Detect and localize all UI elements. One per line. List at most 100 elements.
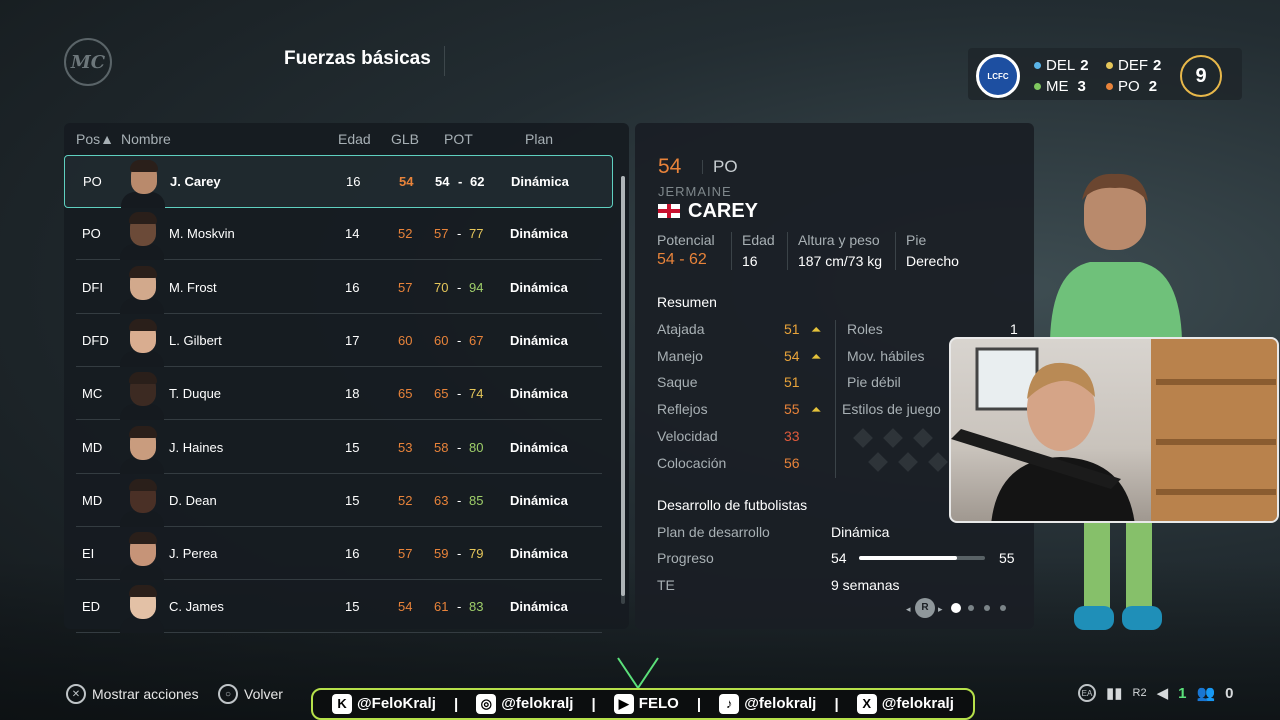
tiktok-handle: ♪ @felokralj — [719, 694, 816, 714]
table-row[interactable]: MD D. Dean 15 52 63-85 Dinámica — [76, 475, 602, 527]
foot-value: Derecho — [906, 253, 959, 269]
scrollbar[interactable] — [621, 176, 625, 604]
page-dot-active[interactable] — [951, 603, 961, 613]
player-first-name: JERMAINE — [658, 184, 732, 199]
cell-age: 14 — [345, 226, 360, 242]
te-value: 9 semanas — [831, 577, 900, 593]
table-row[interactable]: EI J. Perea 16 57 59-79 Dinámica — [76, 528, 602, 581]
cell-pos: ED — [82, 599, 101, 615]
youtube-handle: ▶ FELO — [613, 694, 679, 714]
party-count: 0 — [1225, 684, 1234, 702]
cell-pot-max: 94 — [469, 279, 484, 295]
back[interactable]: ○ Volver — [218, 684, 283, 704]
instagram-icon: ◎ — [476, 694, 497, 714]
cell-name: M. Moskvin — [169, 226, 235, 242]
roles-value: 1 — [1010, 321, 1018, 337]
cell-pos: MC — [82, 386, 103, 402]
ea-icon: EA — [1078, 684, 1096, 702]
cross-button-icon: ✕ — [66, 684, 86, 704]
progress-bar — [859, 556, 985, 560]
attr-value: 51 — [784, 321, 800, 337]
cell-glb: 53 — [398, 439, 413, 455]
divider — [731, 232, 732, 270]
table-row[interactable]: DFI M. Frost 16 57 70-94 Dinámica — [76, 262, 602, 314]
cell-name: L. Gilbert — [169, 332, 222, 348]
page-dot[interactable] — [984, 605, 990, 611]
potential-label: Potencial — [657, 232, 715, 248]
cell-pot-sep: - — [457, 546, 462, 562]
cell-plan: Dinámica — [510, 332, 568, 348]
cell-plan: Dinámica — [510, 599, 568, 615]
divider — [787, 232, 788, 270]
header-pos[interactable]: Pos▲ — [76, 131, 114, 147]
cell-pot-max: 74 — [469, 386, 484, 402]
r-button[interactable]: R — [915, 598, 935, 618]
summary-heading: Resumen — [657, 294, 717, 310]
attr-label: Manejo — [657, 347, 703, 364]
cell-pot-min: 65 — [434, 386, 449, 402]
divider — [444, 46, 445, 76]
header-pot[interactable]: POT — [444, 131, 473, 147]
tiktok-icon: ♪ — [719, 694, 740, 714]
attr-value: 51 — [784, 374, 800, 391]
status-icons: EA ▮▮ R2 ◀ 1 👥 0 — [1078, 684, 1234, 702]
player-portrait — [121, 158, 165, 208]
cell-age: 16 — [346, 174, 361, 189]
cell-plan: Dinámica — [510, 439, 568, 455]
cell-glb: 52 — [398, 226, 413, 242]
cell-glb: 54 — [399, 174, 414, 189]
cell-age: 16 — [345, 546, 360, 562]
cell-pot-max: 79 — [469, 546, 484, 562]
table-row[interactable]: DFD L. Gilbert 17 60 60-67 Dinámica — [76, 315, 602, 367]
cell-name: J. Perea — [169, 546, 218, 562]
player-portrait — [120, 317, 164, 367]
page-dot[interactable] — [968, 605, 974, 611]
age-label: Edad — [742, 232, 775, 248]
cell-age: 15 — [345, 439, 360, 455]
header-name[interactable]: Nombre — [121, 131, 171, 147]
player-portrait — [120, 583, 164, 634]
cell-pot-min: 57 — [434, 226, 449, 242]
cell-pot-min: 63 — [434, 492, 449, 508]
streamer-image — [951, 339, 1277, 521]
show-actions[interactable]: ✕ Mostrar acciones — [66, 684, 199, 704]
cell-pot-max: 80 — [469, 439, 484, 455]
table-row[interactable]: PO M. Moskvin 14 52 57-77 Dinámica — [76, 208, 602, 261]
cell-pos: DFD — [82, 332, 109, 348]
cell-pot-sep: - — [457, 386, 462, 402]
me-count: ME 3 — [1034, 78, 1086, 95]
player-position: PO — [713, 157, 738, 176]
cell-pot-sep: - — [457, 492, 462, 508]
cell-age: 17 — [345, 332, 360, 348]
cell-pos: DFI — [82, 279, 103, 295]
attr-label: Velocidad — [657, 427, 718, 444]
table-row[interactable]: PO J. Carey 16 54 54-62 Dinámica — [64, 155, 613, 208]
player-portrait — [120, 424, 164, 474]
table-row[interactable]: MD J. Haines 15 53 58-80 Dinámica — [76, 422, 602, 474]
header-age[interactable]: Edad — [338, 131, 371, 147]
foot-label: Pie — [906, 232, 927, 248]
po-count: PO 2 — [1106, 78, 1157, 95]
cell-plan: Dinámica — [510, 279, 568, 295]
playstyle-slots-icon — [853, 428, 948, 472]
cell-pos: EI — [82, 546, 95, 562]
player-portrait — [120, 530, 164, 581]
header-glb[interactable]: GLB — [391, 131, 419, 147]
instagram-handle: ◎ @felokralj — [476, 694, 573, 714]
table-row[interactable]: MC T. Duque 18 65 65-74 Dinámica — [76, 368, 602, 421]
dev-plan-value[interactable]: Dinámica — [831, 524, 889, 540]
cell-plan: Dinámica — [511, 174, 569, 189]
cell-name: M. Frost — [169, 279, 217, 295]
cell-plan: Dinámica — [510, 546, 568, 562]
player-portrait — [120, 477, 164, 527]
attr-label: Atajada — [657, 321, 705, 337]
page-next-icon[interactable]: ▸ — [938, 604, 943, 615]
header-plan[interactable]: Plan — [525, 131, 553, 147]
page-dot[interactable] — [1000, 605, 1006, 611]
skill-moves-label: Mov. hábiles — [847, 348, 925, 364]
cell-glb: 60 — [398, 332, 413, 348]
page-prev-icon[interactable]: ◂ — [906, 604, 911, 615]
height-weight-label: Altura y peso — [798, 232, 880, 248]
table-row[interactable]: ED C. James 15 54 61-83 Dinámica — [76, 581, 602, 634]
height-weight-value: 187 cm/73 kg — [798, 253, 883, 269]
